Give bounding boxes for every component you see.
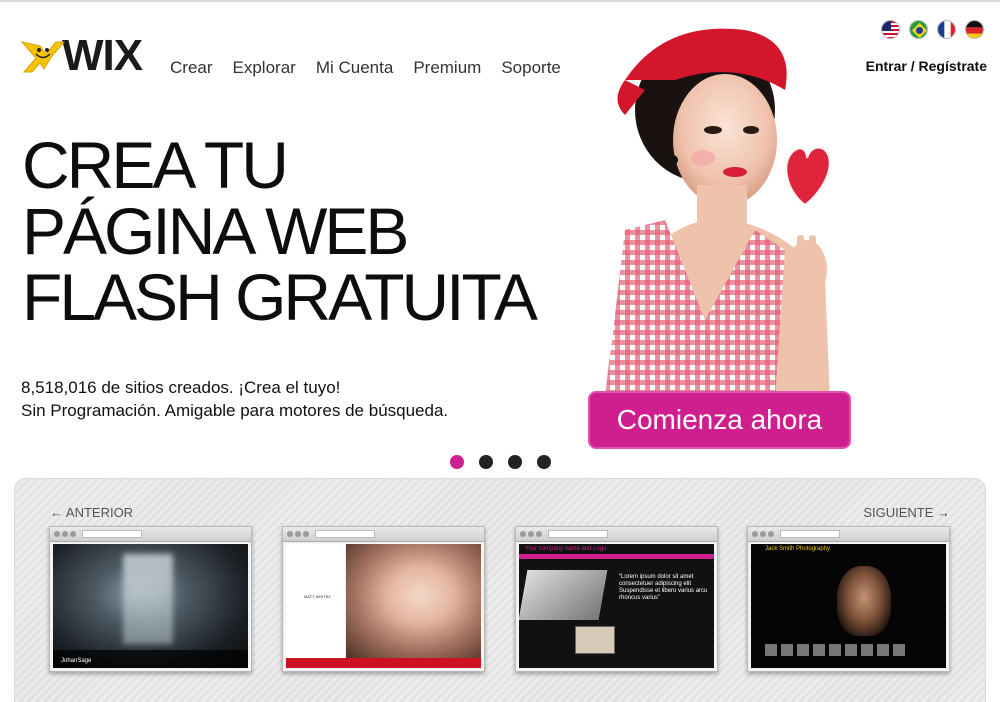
language-selector (881, 20, 984, 39)
nav-crear[interactable]: Crear (170, 58, 213, 78)
slider-dot[interactable] (537, 455, 551, 469)
template-preview: JohanSage (53, 544, 248, 668)
template-preview: MATT WHITBY (286, 544, 481, 668)
template-thumbnail[interactable]: Your company name and Logo “Lorem ipsum … (515, 526, 718, 672)
template-preview: Your company name and Logo “Lorem ipsum … (519, 544, 714, 668)
smiley-logo-icon (18, 36, 68, 76)
slider-dot[interactable] (479, 455, 493, 469)
login-register-link[interactable]: Entrar / Regístrate (866, 58, 987, 74)
germany-flag-icon[interactable] (965, 20, 984, 39)
features-text: Sin Programación. Amigable para motores … (21, 401, 449, 420)
sites-created-text: 8,518,016 de sitios creados. ¡Crea el tu… (21, 378, 341, 397)
france-flag-icon[interactable] (937, 20, 956, 39)
hero-title-line: FLASH GRATUITA (22, 260, 538, 334)
template-preview: Jack Smith Photography (751, 544, 946, 668)
start-now-button[interactable]: Comienza ahora (588, 391, 851, 449)
hero-subtitle: 8,518,016 de sitios creados. ¡Crea el tu… (21, 376, 448, 422)
nav-soporte[interactable]: Soporte (501, 58, 561, 78)
browser-bar (516, 527, 717, 542)
browser-bar (748, 527, 949, 542)
wix-logo[interactable]: WIX (18, 34, 158, 78)
main-nav: Crear Explorar Mi Cuenta Premium Soporte (170, 58, 561, 78)
us-flag-icon[interactable] (881, 20, 900, 39)
template-thumbnail[interactable]: MATT WHITBY (282, 526, 485, 672)
nav-mi-cuenta[interactable]: Mi Cuenta (316, 58, 393, 78)
template-quote: “Lorem ipsum dolor sit amet consectetuer… (619, 574, 708, 601)
template-thumbnail[interactable]: Jack Smith Photography (747, 526, 950, 672)
nav-premium[interactable]: Premium (413, 58, 481, 78)
next-button[interactable]: SIGUIENTE → (863, 505, 950, 520)
brazil-flag-icon[interactable] (909, 20, 928, 39)
slider-dot[interactable] (508, 455, 522, 469)
browser-bar (283, 527, 484, 542)
hero-pinup-image (585, 20, 855, 400)
hero-title-line: CREA TU (22, 128, 289, 202)
previous-button[interactable]: ← ANTERIOR (50, 505, 133, 520)
hero-title: CREA TU PÁGINA WEB FLASH GRATUITA (22, 132, 582, 330)
template-site-name: MATT WHITBY (304, 594, 332, 599)
template-site-name: Jack Smith Photography (765, 546, 831, 552)
template-site-name: JohanSage (61, 658, 92, 664)
template-site-name: Your company name and Logo (525, 546, 607, 552)
slider-dot-active[interactable] (450, 455, 464, 469)
top-border (0, 0, 1000, 2)
logo-text: WIX (62, 31, 143, 80)
slider-dots (450, 455, 551, 469)
hero-title-line: PÁGINA WEB (22, 194, 409, 268)
template-thumbnail[interactable]: JohanSage (49, 526, 252, 672)
browser-bar (50, 527, 251, 542)
nav-explorar[interactable]: Explorar (233, 58, 296, 78)
